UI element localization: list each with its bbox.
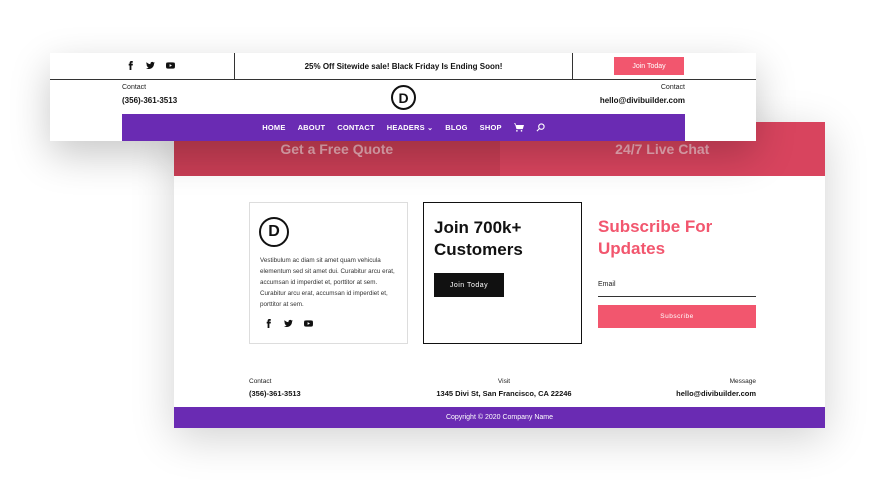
facebook-icon[interactable] — [264, 319, 273, 328]
footer-contact-label: Contact — [249, 378, 272, 385]
nav-contact[interactable]: CONTACT — [337, 123, 375, 132]
footer-message-label: Message — [729, 378, 756, 385]
top-bar: 25% Off Sitewide sale! Black Friday Is E… — [50, 53, 756, 80]
footer-social-links — [264, 319, 313, 328]
subscribe-heading: Subscribe For Updates — [598, 217, 713, 258]
copyright-text: Copyright © 2020 Company Name — [445, 414, 554, 421]
email-input[interactable] — [598, 296, 756, 297]
cart-icon[interactable] — [513, 123, 524, 132]
email-label: Email — [598, 281, 616, 288]
divider — [572, 53, 573, 79]
about-text: Vestibulum ac diam sit amet quam vehicul… — [260, 257, 395, 308]
header-contact-email[interactable]: hello@divibuilder.com — [535, 96, 685, 105]
footer-message-email[interactable]: hello@divibuilder.com — [606, 389, 756, 398]
main-nav: HOME ABOUT CONTACT HEADERS ⌄ BLOG SHOP — [122, 114, 685, 141]
free-quote-label: Get a Free Quote — [280, 141, 394, 157]
search-icon[interactable] — [536, 123, 545, 132]
nav-about[interactable]: ABOUT — [298, 123, 326, 132]
nav-home[interactable]: HOME — [262, 123, 285, 132]
twitter-icon[interactable] — [284, 319, 293, 328]
subscribe-button[interactable]: Subscribe — [598, 305, 756, 328]
footer-logo-letter: D — [268, 223, 280, 240]
nav-headers-label: HEADERS — [386, 123, 425, 132]
about-card: D Vestibulum ac diam sit amet quam vehic… — [249, 202, 408, 344]
youtube-icon[interactable] — [304, 319, 313, 328]
site-logo-letter: D — [398, 89, 409, 106]
header-contact-label-right: Contact — [660, 84, 685, 91]
footer-section: Get a Free Quote 24/7 Live Chat D Vestib… — [174, 122, 825, 428]
join-heading: Join 700k+ Customers — [434, 218, 523, 259]
twitter-icon[interactable] — [146, 61, 155, 70]
facebook-icon[interactable] — [126, 61, 135, 70]
copyright-bar: Copyright © 2020 Company Name — [174, 407, 825, 428]
nav-blog[interactable]: BLOG — [445, 123, 467, 132]
header-contact-phone[interactable]: (356)-361-3513 — [122, 96, 177, 105]
nav-shop[interactable]: SHOP — [480, 123, 502, 132]
header-section: 25% Off Sitewide sale! Black Friday Is E… — [50, 53, 756, 141]
nav-headers[interactable]: HEADERS ⌄ — [387, 123, 433, 132]
header-contact-label-left: Contact — [122, 84, 147, 91]
footer-contact-phone[interactable]: (356)-361-3513 — [249, 389, 301, 398]
header-social-links — [126, 61, 175, 70]
header-join-button[interactable]: Join Today — [614, 57, 684, 75]
footer-logo[interactable]: D — [259, 217, 289, 247]
site-logo[interactable]: D — [391, 85, 416, 110]
promo-banner: 25% Off Sitewide sale! Black Friday Is E… — [304, 61, 503, 71]
chevron-down-icon: ⌄ — [427, 125, 434, 132]
join-today-button[interactable]: Join Today — [434, 273, 504, 297]
youtube-icon[interactable] — [166, 61, 175, 70]
live-chat-label: 24/7 Live Chat — [615, 141, 710, 157]
join-card: Join 700k+ Customers Join Today — [423, 202, 582, 344]
